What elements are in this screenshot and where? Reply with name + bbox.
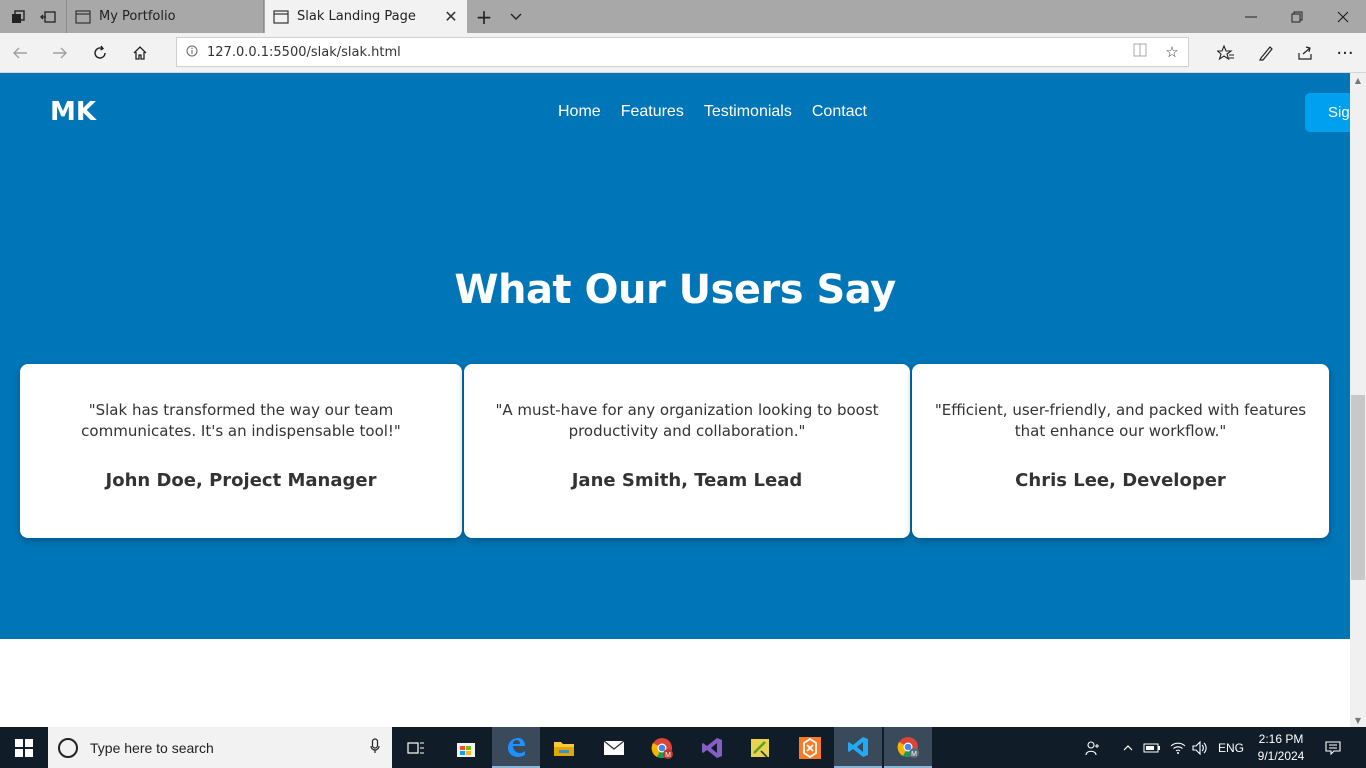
testimonial-card: "Efficient, user-friendly, and packed wi…	[912, 364, 1329, 538]
svg-text:M: M	[665, 752, 671, 759]
notification-center-icon[interactable]	[1318, 727, 1348, 768]
notes-pen-icon[interactable]	[1248, 37, 1284, 69]
testimonial-author: Jane Smith, Team Lead	[571, 470, 803, 491]
nav-contact[interactable]: Contact	[812, 103, 867, 121]
close-tab-icon[interactable]: ✕	[441, 7, 461, 26]
search-placeholder: Type here to search	[90, 739, 214, 756]
testimonial-quote: "Efficient, user-friendly, and packed wi…	[934, 401, 1307, 440]
new-tab-icon[interactable]: +	[470, 0, 498, 33]
vscode-icon[interactable]	[834, 727, 882, 768]
chrome-profile-icon[interactable]: M	[884, 727, 932, 768]
testimonial-quote: "A must-have for any organization lookin…	[495, 401, 879, 440]
more-icon[interactable]: ···	[1327, 37, 1363, 69]
favorite-star-icon[interactable]: ☆	[1156, 43, 1188, 61]
wifi-icon[interactable]	[1166, 727, 1190, 768]
people-icon[interactable]	[1080, 727, 1106, 768]
nav-features[interactable]: Features	[621, 103, 684, 121]
restore-icon[interactable]	[1274, 0, 1320, 33]
chevron-down-icon[interactable]	[502, 0, 530, 33]
testimonial-author: John Doe, Project Manager	[105, 470, 377, 491]
windows-taskbar: Type here to search M M ENG 2:16 PM 9/1/…	[0, 727, 1366, 768]
address-field[interactable]: 127.0.0.1:5500/slak/slak.html ☆	[176, 37, 1189, 67]
windows-start-icon[interactable]	[0, 727, 48, 768]
main-nav: Home Features Testimonials Contact	[558, 103, 867, 121]
sticky-notes-icon[interactable]	[736, 727, 784, 768]
url-text: 127.0.0.1:5500/slak/slak.html	[207, 44, 401, 60]
visual-studio-icon[interactable]	[688, 727, 736, 768]
chevron-up-icon[interactable]	[1118, 727, 1138, 768]
tab-my-portfolio[interactable]: My Portfolio	[66, 0, 264, 33]
share-icon[interactable]	[1287, 37, 1323, 69]
testimonial-card: "A must-have for any organization lookin…	[464, 364, 910, 538]
back-icon[interactable]	[2, 37, 38, 69]
xampp-icon[interactable]	[786, 727, 834, 768]
clock-date: 9/1/2024	[1257, 749, 1305, 763]
clock-time: 2:16 PM	[1258, 732, 1304, 746]
site-header: MK Home Features Testimonials Contact Si…	[0, 73, 1350, 153]
refresh-icon[interactable]	[82, 37, 118, 69]
microphone-icon[interactable]	[358, 737, 392, 758]
battery-icon[interactable]	[1140, 727, 1164, 768]
language-indicator[interactable]: ENG	[1214, 727, 1248, 768]
home-icon[interactable]	[122, 37, 158, 69]
nav-home[interactable]: Home	[558, 103, 601, 121]
nav-testimonials[interactable]: Testimonials	[704, 103, 792, 121]
reading-view-icon[interactable]	[1124, 43, 1156, 61]
cortana-icon	[58, 737, 78, 758]
section-title: What Our Users Say	[454, 267, 896, 313]
tab-slak-landing-page[interactable]: Slak Landing Page ✕	[265, 0, 467, 33]
tab-title: My Portfolio	[99, 9, 176, 24]
microsoft-store-icon[interactable]	[442, 727, 490, 768]
signup-button[interactable]: Sign	[1305, 93, 1350, 132]
testimonial-author: Chris Lee, Developer	[1015, 470, 1226, 491]
volume-icon[interactable]	[1188, 727, 1212, 768]
browser-address-bar: 127.0.0.1:5500/slak/slak.html ☆ ···	[0, 33, 1366, 73]
taskbar-search-box[interactable]: Type here to search	[48, 727, 392, 768]
minimize-icon[interactable]	[1228, 0, 1274, 33]
scroll-up-icon[interactable]: ▲	[1350, 73, 1366, 87]
mail-icon[interactable]	[590, 727, 638, 768]
tab-title: Slak Landing Page	[297, 9, 416, 24]
forward-icon[interactable]	[42, 37, 78, 69]
favorites-icon[interactable]	[1208, 37, 1244, 69]
testimonial-quote: "Slak has transformed the way our team c…	[81, 401, 401, 440]
taskbar-clock[interactable]: 2:16 PM 9/1/2024	[1253, 731, 1309, 765]
scroll-down-icon[interactable]: ▼	[1350, 713, 1366, 727]
set-tabs-aside-icon[interactable]	[34, 0, 62, 33]
tab-actions-icon[interactable]	[4, 0, 32, 33]
edge-browser-icon[interactable]	[492, 727, 540, 768]
page-scrollbar[interactable]: ▲ ▼	[1350, 73, 1366, 727]
chrome-icon[interactable]: M	[638, 727, 686, 768]
page-icon	[75, 9, 91, 25]
page-icon	[273, 9, 289, 25]
browser-tab-bar: My Portfolio Slak Landing Page ✕ +	[0, 0, 1366, 33]
close-window-icon[interactable]	[1320, 0, 1366, 33]
file-explorer-icon[interactable]	[540, 727, 588, 768]
svg-text:M: M	[911, 751, 917, 758]
scroll-thumb[interactable]	[1351, 395, 1365, 580]
testimonial-card: "Slak has transformed the way our team c…	[20, 364, 462, 538]
task-view-icon[interactable]	[392, 727, 440, 768]
info-icon[interactable]	[177, 45, 207, 60]
page-viewport: MK Home Features Testimonials Contact Si…	[0, 73, 1350, 727]
testimonials-section: What Our Users Say "Slak has transformed…	[0, 153, 1350, 639]
site-logo[interactable]: MK	[50, 97, 96, 127]
